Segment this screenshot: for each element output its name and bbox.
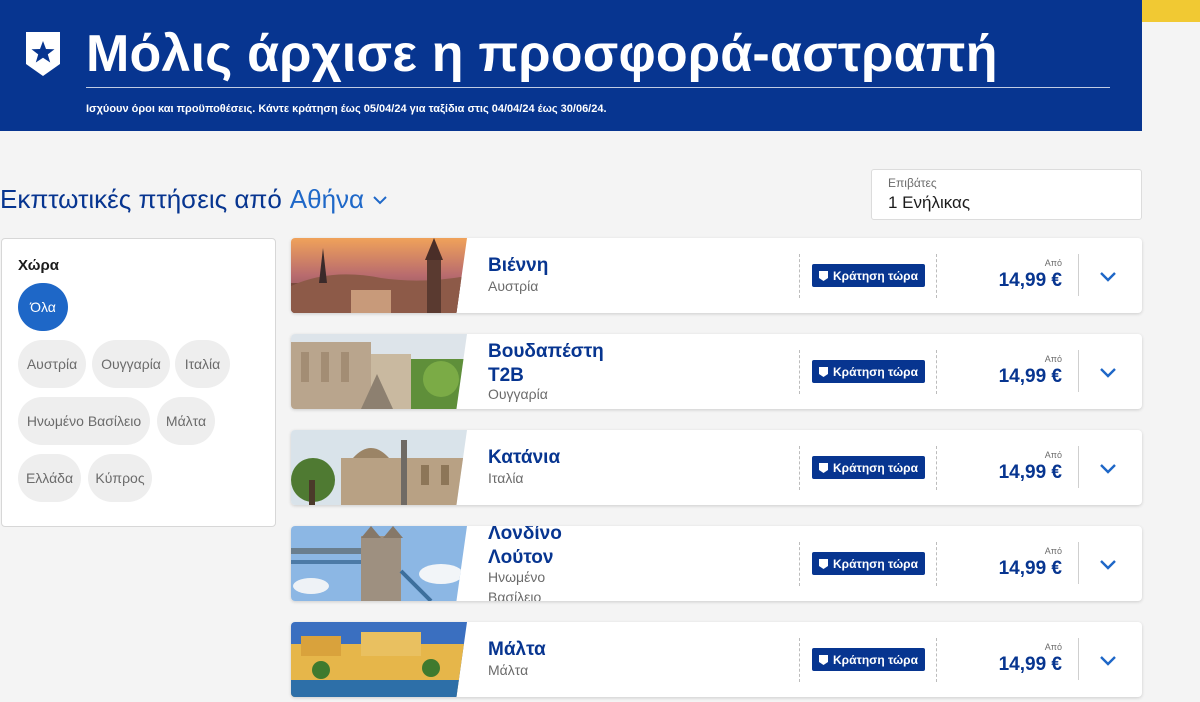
shield-icon [819,462,828,473]
destination-country: Ηνωμένο Βασίλειο [488,569,546,601]
divider [936,638,937,682]
divider [936,350,937,394]
destination-country: Μάλτα [488,662,529,678]
divider [1078,446,1079,488]
price-from-label: Από [1044,450,1062,460]
divider [1078,350,1079,392]
price-value: 14,99 € [998,462,1062,483]
flight-card-vienna[interactable]: Βιέννη Αυστρία Κράτηση τώρα Από 14,99 € [291,238,1142,313]
chevron-down-icon[interactable] [1098,554,1118,574]
chip-greece[interactable]: Ελλάδα [18,454,81,502]
divider [799,542,800,586]
price-value: 14,99 € [998,270,1062,291]
chip-austria[interactable]: Αυστρία [18,340,86,388]
price-from-label: Από [1044,354,1062,364]
country-filter-panel: Χώρα Όλα Αυστρία Ουγγαρία Ιταλία Ηνωμένο… [1,238,276,527]
chevron-down-icon[interactable] [1098,266,1118,286]
flight-card-london-luton[interactable]: Λονδίνο Λούτον Ηνωμένο Βασίλειο Κράτηση … [291,526,1142,601]
shield-icon [819,654,828,665]
divider [936,254,937,298]
book-now-label: Κράτηση τώρα [833,364,918,379]
chip-uk[interactable]: Ηνωμένο Βασίλειο [18,397,150,445]
chip-malta[interactable]: Μάλτα [157,397,215,445]
chevron-down-icon[interactable] [1098,362,1118,382]
divider [1078,254,1079,296]
destination-image [291,238,467,313]
banner-divider [86,87,1110,88]
shield-icon [819,558,828,569]
chevron-down-icon[interactable] [1098,458,1118,478]
flight-card-catania[interactable]: Κατάνια Ιταλία Κράτηση τώρα Από 14,99 € [291,430,1142,505]
price-value: 14,99 € [998,654,1062,675]
destination-name: Μάλτα [488,639,546,660]
page-heading: Εκπτωτικές πτήσεις από Αθήνα [0,184,388,215]
banner-title: Μόλις άρχισε η προσφορά-αστραπή [86,25,998,83]
book-now-label: Κράτηση τώρα [833,556,918,571]
destination-country: Ουγγαρία [488,386,548,402]
destination-name: Βιέννη [488,255,549,276]
book-now-button[interactable]: Κράτηση τώρα [812,456,925,479]
chip-hungary[interactable]: Ουγγαρία [92,340,170,388]
chip-cyprus[interactable]: Κύπρος [88,454,152,502]
flight-card-malta[interactable]: Μάλτα Μάλτα Κράτηση τώρα Από 14,99 € [291,622,1142,697]
divider [799,638,800,682]
yellow-accent-bar [1142,0,1200,22]
chevron-down-icon[interactable] [372,192,388,208]
destination-name: Βουδαπέστη T2B [488,341,604,386]
divider [1078,638,1079,680]
price-value: 14,99 € [998,558,1062,579]
shield-icon [819,270,828,281]
divider [936,542,937,586]
book-now-button[interactable]: Κράτηση τώρα [812,360,925,383]
chip-all[interactable]: Όλα [18,283,68,331]
price-value: 14,99 € [998,366,1062,387]
passengers-value: 1 Ενήλικας [888,193,971,212]
destination-image [291,334,467,409]
divider [799,350,800,394]
passengers-label: Επιβάτες [888,176,937,190]
chevron-down-icon[interactable] [1098,650,1118,670]
destination-image [291,430,467,505]
price-from-label: Από [1044,642,1062,652]
divider [1078,542,1079,584]
book-now-button[interactable]: Κράτηση τώρα [812,552,925,575]
divider [799,446,800,490]
banner-terms: Ισχύουν όροι και προϋποθέσεις. Κάντε κρά… [86,103,607,115]
destination-name: Κατάνια [488,447,561,468]
flash-sale-banner: Μόλις άρχισε η προσφορά-αστραπή Ισχύουν … [0,0,1142,131]
passengers-selector[interactable]: Επιβάτες 1 Ενήλικας [871,169,1142,220]
price-from-label: Από [1044,258,1062,268]
country-filter-title: Χώρα [18,257,59,274]
divider [936,446,937,490]
chip-italy[interactable]: Ιταλία [175,340,230,388]
book-now-label: Κράτηση τώρα [833,460,918,475]
divider [799,254,800,298]
flight-card-budapest[interactable]: Βουδαπέστη T2B Ουγγαρία Κράτηση τώρα Από… [291,334,1142,409]
book-now-label: Κράτηση τώρα [833,268,918,283]
book-now-label: Κράτηση τώρα [833,652,918,667]
origin-city-selector[interactable]: Αθήνα [290,184,364,215]
destination-name: Λονδίνο Λούτον [488,526,562,568]
destination-image [291,622,467,697]
book-now-button[interactable]: Κράτηση τώρα [812,264,925,287]
destination-country: Ιταλία [488,470,524,486]
destination-image [291,526,467,601]
book-now-button[interactable]: Κράτηση τώρα [812,648,925,671]
destination-country: Αυστρία [488,278,539,294]
heading-prefix: Εκπτωτικές πτήσεις από [0,184,282,214]
shield-icon [819,366,828,377]
star-badge-icon [26,32,60,76]
price-from-label: Από [1044,546,1062,556]
